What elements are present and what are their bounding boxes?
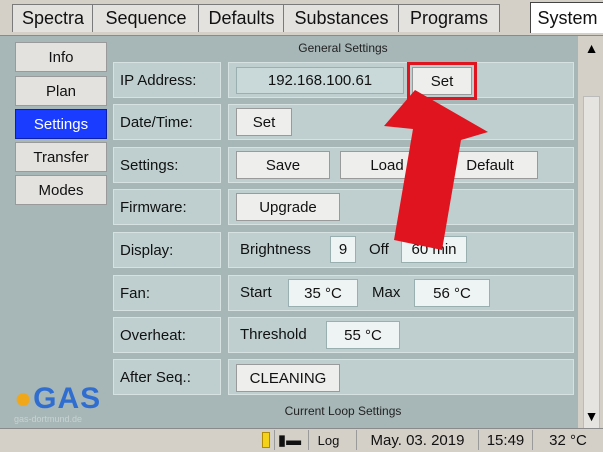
fan-max-field[interactable]: 56 °C: [414, 279, 490, 307]
scroll-thumb[interactable]: [583, 96, 600, 431]
log-button[interactable]: Log: [308, 430, 348, 450]
fan-row: [228, 275, 574, 311]
status-temperature: 32 °C: [532, 430, 603, 450]
settings-label: Settings:: [113, 147, 221, 183]
battery-icon: ▮▬: [274, 430, 304, 450]
afterseq-label: After Seq.:: [113, 359, 221, 395]
logo-url: gas-dortmund.de: [14, 414, 83, 424]
status-indicator-icon: [262, 432, 270, 448]
tab-system[interactable]: System: [530, 2, 603, 33]
nav-transfer[interactable]: Transfer: [15, 142, 107, 172]
ip-label: IP Address:: [113, 62, 221, 98]
afterseq-select[interactable]: CLEANING: [236, 364, 340, 392]
tab-substances[interactable]: Substances: [283, 4, 400, 32]
overheat-label: Overheat:: [113, 317, 221, 353]
fan-start-field[interactable]: 35 °C: [288, 279, 358, 307]
status-date: May. 03. 2019: [356, 430, 478, 450]
fan-max-label: Max: [372, 284, 401, 301]
threshold-label: Threshold: [240, 326, 307, 343]
scroll-up-icon[interactable]: ▲: [580, 38, 603, 58]
fan-label: Fan:: [113, 275, 221, 311]
datetime-set-button[interactable]: Set: [236, 108, 292, 136]
tab-spectra[interactable]: Spectra: [12, 4, 94, 32]
gas-logo: ●GAS: [14, 382, 102, 415]
brightness-label: Brightness: [240, 241, 311, 258]
threshold-field[interactable]: 55 °C: [326, 321, 400, 349]
tab-programs[interactable]: Programs: [398, 4, 500, 32]
scroll-down-icon[interactable]: ▼: [580, 406, 603, 426]
upgrade-button[interactable]: Upgrade: [236, 193, 340, 221]
nav-settings[interactable]: Settings: [15, 109, 107, 139]
datetime-label: Date/Time:: [113, 104, 221, 140]
general-settings-title: General Settings: [298, 41, 388, 55]
current-loop-title: Current Loop Settings: [284, 404, 402, 418]
save-button[interactable]: Save: [236, 151, 330, 179]
scrollbar[interactable]: ▲ ▼: [580, 36, 603, 431]
brightness-field[interactable]: 9: [330, 236, 356, 263]
tab-defaults[interactable]: Defaults: [198, 4, 285, 32]
tab-sequence[interactable]: Sequence: [92, 4, 200, 32]
firmware-label: Firmware:: [113, 189, 221, 225]
tab-bar: Spectra Sequence Defaults Substances Pro…: [0, 0, 603, 36]
fan-start-label: Start: [240, 284, 272, 301]
nav-plan[interactable]: Plan: [15, 76, 107, 106]
nav-info[interactable]: Info: [15, 42, 107, 72]
nav-modes[interactable]: Modes: [15, 175, 107, 205]
display-label: Display:: [113, 232, 221, 268]
status-time: 15:49: [478, 430, 532, 450]
annotation-arrow: [384, 90, 488, 250]
